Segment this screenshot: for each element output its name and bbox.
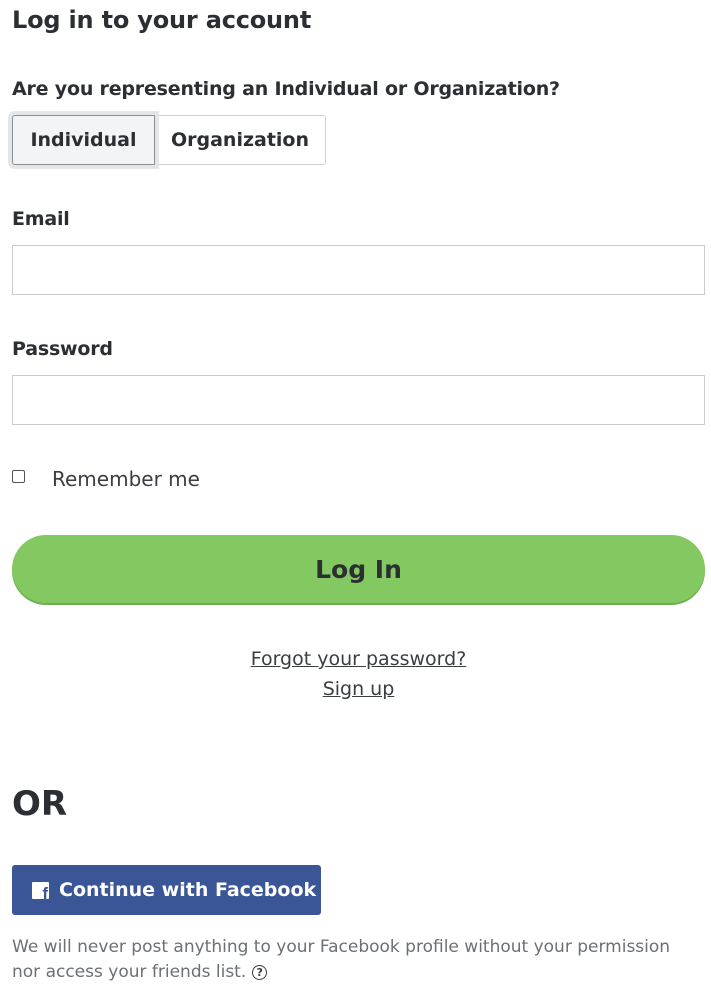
email-field[interactable] [12, 245, 705, 295]
account-type-question: Are you representing an Individual or Or… [12, 78, 560, 100]
facebook-button-label: Continue with Facebook [59, 879, 317, 901]
email-label: Email [12, 208, 70, 230]
or-divider: OR [12, 784, 68, 824]
individual-option[interactable]: Individual [12, 115, 155, 165]
forgot-password-link[interactable]: Forgot your password? [0, 648, 711, 670]
facebook-disclaimer: We will never post anything to your Face… [12, 935, 702, 985]
remember-me-label[interactable]: Remember me [52, 467, 200, 491]
question-circle-icon[interactable]: ? [252, 965, 268, 980]
sign-up-link[interactable]: Sign up [0, 678, 711, 700]
remember-me-checkbox[interactable] [12, 470, 25, 483]
page-title: Log in to your account [12, 6, 312, 34]
password-label: Password [12, 338, 113, 360]
account-type-toggle: Individual Organization [12, 115, 326, 165]
login-button[interactable]: Log In [12, 535, 705, 603]
facebook-disclaimer-text: We will never post anything to your Face… [12, 937, 671, 982]
facebook-icon: f [32, 881, 49, 902]
login-page: Log in to your account Are you represent… [0, 0, 711, 996]
organization-option[interactable]: Organization [155, 115, 326, 165]
password-field[interactable] [12, 375, 705, 425]
facebook-login-button[interactable]: f Continue with Facebook [12, 865, 321, 915]
